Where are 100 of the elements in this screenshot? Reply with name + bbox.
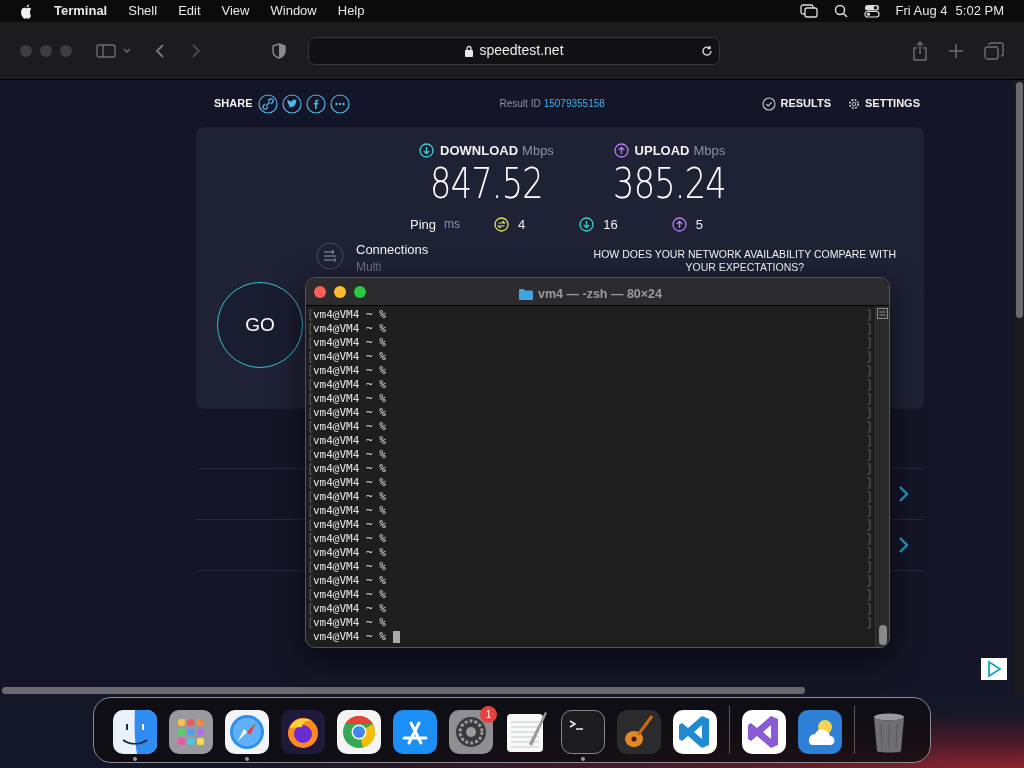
close-button[interactable] <box>314 285 326 298</box>
settings-icon <box>847 96 861 111</box>
reload-icon[interactable] <box>701 44 713 57</box>
dock-divider <box>854 706 855 754</box>
chevron-right-icon[interactable] <box>898 536 910 554</box>
prompt-line: vm4@VM4 ~ % <box>313 334 386 351</box>
fox-globe-icon[interactable] <box>281 710 325 754</box>
mark-bracket-icon <box>867 491 871 503</box>
chevron-right-icon[interactable] <box>898 485 910 503</box>
menu-item[interactable]: View <box>221 1 250 21</box>
horizontal-scrollbar[interactable] <box>2 686 805 694</box>
apple-logo-icon[interactable] <box>20 3 34 19</box>
guitar-icon[interactable] <box>617 710 661 754</box>
mark-bracket-icon <box>309 575 313 587</box>
go-button[interactable]: GO <box>217 282 303 368</box>
share-icon[interactable] <box>912 40 928 61</box>
url-text: speedtest.net <box>479 41 564 60</box>
mark-bracket-icon <box>309 491 313 503</box>
shield-icon[interactable] <box>272 42 286 59</box>
mark-bracket-icon <box>867 617 871 629</box>
f-logo-icon[interactable] <box>305 93 326 114</box>
windows-icon[interactable] <box>799 4 818 18</box>
mark-bracket-icon <box>309 379 313 391</box>
mark-bracket-icon <box>867 323 871 335</box>
prompt-line: vm4@VM4 ~ % <box>313 348 386 365</box>
menu-item[interactable]: Shell <box>128 1 158 21</box>
mark-bracket-icon <box>309 449 313 461</box>
link-icon[interactable] <box>257 93 278 114</box>
results-link[interactable]: RESULTS <box>780 95 831 112</box>
connections-icon <box>316 242 344 270</box>
mark-bracket-icon <box>867 463 871 475</box>
menu-date[interactable]: Fri Aug 4 <box>895 1 948 21</box>
sidebar-icon[interactable] <box>96 42 116 59</box>
prompt-line: vm4@VM4 ~ % <box>313 446 386 463</box>
notification-badge: 1 <box>480 706 497 723</box>
segmented-ring-icon[interactable] <box>337 710 381 754</box>
minimize-button[interactable] <box>334 285 346 298</box>
prompt-line: vm4@VM4 ~ % <box>313 586 386 603</box>
prompt-line: vm4@VM4 ~ % <box>313 362 386 379</box>
mark-bracket-icon <box>309 603 313 615</box>
prompt-line: vm4@VM4 ~ % <box>313 376 386 393</box>
check-circle-icon <box>762 96 777 111</box>
finder-face-icon[interactable] <box>113 710 157 754</box>
back-icon[interactable] <box>154 42 166 59</box>
menu-time[interactable]: 5:02 PM <box>955 1 1004 21</box>
tabs-overview-icon[interactable] <box>984 41 1004 60</box>
cloud-sun-icon[interactable] <box>798 710 842 754</box>
mark-bracket-icon <box>867 435 871 447</box>
mark-bracket-icon <box>867 533 871 545</box>
split-pane-icon[interactable] <box>877 308 888 319</box>
pencil-cross-icon[interactable] <box>393 710 437 754</box>
terminal-scrollbar[interactable] <box>878 625 887 645</box>
prompt-line: vm4@VM4 ~ % <box>313 390 386 407</box>
mark-bracket-icon <box>867 561 871 573</box>
chevron-down-icon[interactable] <box>122 46 132 55</box>
notepad-icon[interactable] <box>505 710 549 754</box>
gear-icon[interactable] <box>449 710 493 754</box>
app-menu[interactable]: Terminal <box>54 1 108 21</box>
plus-icon[interactable] <box>948 42 964 59</box>
mark-bracket-icon <box>867 379 871 391</box>
ping-label: Ping <box>410 215 437 234</box>
mark-bracket-icon <box>867 393 871 405</box>
survey-question: HOW DOES YOUR NETWORK AVAILABILITY COMPARE WITH <box>593 248 896 261</box>
metric-value: 385.24 <box>613 160 726 207</box>
mark-bracket-icon <box>309 435 313 447</box>
more-icon[interactable] <box>329 93 350 114</box>
app-grid-icon[interactable] <box>169 710 213 754</box>
mark-bracket-icon <box>309 477 313 489</box>
mark-bracket-icon <box>867 505 871 517</box>
code-ribbon-icon[interactable] <box>673 710 717 754</box>
menu-item[interactable]: Window <box>270 1 317 21</box>
mark-bracket-icon <box>867 547 871 559</box>
result-id-label: Result ID <box>499 97 541 111</box>
dock-divider <box>729 706 730 754</box>
text-cursor <box>392 631 400 643</box>
menu-item[interactable]: Edit <box>178 1 201 21</box>
prompt-line: vm4@VM4 ~ % <box>313 572 386 589</box>
infinity-ribbon-icon[interactable] <box>742 710 786 754</box>
survey-question: YOUR EXPECTATIONS? <box>685 261 805 274</box>
mark-bracket-icon <box>309 351 313 363</box>
settings-link[interactable]: SETTINGS <box>865 95 920 112</box>
zoom-button[interactable] <box>354 285 366 298</box>
compass-icon[interactable] <box>225 710 269 754</box>
menu-item[interactable]: Help <box>337 1 365 21</box>
vertical-scrollbar[interactable] <box>1015 82 1023 318</box>
mark-bracket-icon <box>309 337 313 349</box>
mark-bracket-icon <box>309 547 313 559</box>
prompt-line: vm4@VM4 ~ % <box>313 320 386 337</box>
mark-bracket-icon <box>309 393 313 405</box>
address-field[interactable]: speedtest.net <box>308 36 720 65</box>
bird-icon[interactable] <box>281 93 302 114</box>
result-id-link[interactable]: 15079355158 <box>543 96 605 111</box>
mark-bracket-icon <box>867 309 871 321</box>
terminal-prompt-icon[interactable] <box>561 710 605 754</box>
prompt-line: vm4@VM4 ~ % <box>313 600 386 617</box>
mark-bracket-icon <box>309 323 313 335</box>
toggles-icon[interactable] <box>863 4 880 18</box>
search-icon[interactable] <box>833 4 848 18</box>
prompt-line: vm4@VM4 ~ % <box>313 516 386 533</box>
mark-bracket-icon <box>867 449 871 461</box>
